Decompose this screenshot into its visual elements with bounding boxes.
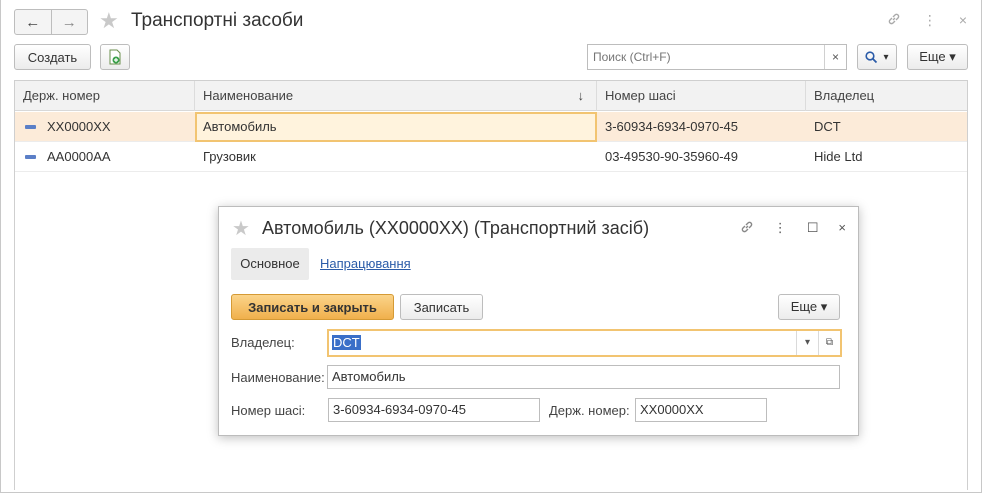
forward-button[interactable]: → <box>50 10 88 34</box>
favorite-star-icon[interactable]: ★ <box>232 216 250 241</box>
name-field[interactable]: Автомобиль <box>327 365 840 389</box>
favorite-star-icon[interactable]: ★ <box>99 8 119 34</box>
owner-dropdown-button[interactable]: ▾ <box>796 331 818 355</box>
chassis-label: Номер шасі: <box>231 403 306 418</box>
search-input[interactable] <box>588 45 826 69</box>
title-bar: ← → ★ Транспортні засоби ⋮ × <box>1 0 981 42</box>
arrow-right-icon: → <box>61 13 77 31</box>
column-header-plate[interactable]: Держ. номер <box>15 81 195 111</box>
link-icon[interactable] <box>740 220 754 237</box>
column-header-name[interactable]: Наименование ↓ <box>195 81 597 111</box>
search-icon <box>865 50 878 63</box>
table-row[interactable]: AA0000AA Грузовик 03-49530-90-35960-49 H… <box>15 142 967 172</box>
page-title: Транспортні засоби <box>131 10 304 31</box>
search-clear-button[interactable]: × <box>824 45 846 69</box>
dialog-title-icons: ⋮ ☐ × <box>740 220 846 237</box>
save-and-close-button[interactable]: Записать и закрыть <box>231 294 394 320</box>
cell-name: Автомобиль <box>195 112 597 142</box>
dialog-title: Автомобиль (XX0000XX) (Транспортний засі… <box>262 218 650 238</box>
arrow-left-icon: ← <box>25 13 41 31</box>
cell-chassis: 03-49530-90-35960-49 <box>605 149 738 164</box>
column-header-owner[interactable]: Владелец <box>806 81 967 111</box>
cell-name: Грузовик <box>203 149 256 164</box>
more-icon[interactable]: ⋮ <box>923 12 937 29</box>
owner-value: DCT <box>332 335 361 350</box>
sort-arrow-icon: ↓ <box>577 88 585 103</box>
plate-field[interactable]: XX0000XX <box>635 398 767 422</box>
create-button[interactable]: Создать <box>14 44 91 70</box>
column-header-chassis[interactable]: Номер шасі <box>597 81 806 111</box>
item-icon <box>25 125 36 129</box>
vehicle-dialog: ★ Автомобиль (XX0000XX) (Транспортний за… <box>218 206 859 436</box>
cell-plate: XX0000XX <box>47 119 111 134</box>
table-row[interactable]: XX0000XX Автомобиль 3-60934-6934-0970-45… <box>15 112 967 142</box>
document-add-icon <box>109 49 121 65</box>
search-box: × <box>587 44 847 70</box>
more-icon[interactable]: ⋮ <box>774 220 787 237</box>
maximize-icon[interactable]: ☐ <box>807 220 819 237</box>
column-header-name-label: Наименование <box>203 88 294 103</box>
cell-chassis: 3-60934-6934-0970-45 <box>605 119 738 134</box>
close-icon[interactable]: × <box>838 220 846 237</box>
owner-field[interactable]: DCT ▾ ⧉ <box>327 329 842 357</box>
title-icons: ⋮ × <box>887 12 967 29</box>
dialog-more-button[interactable]: Еще ▾ <box>778 294 840 320</box>
search-button[interactable]: ▾ <box>857 44 897 70</box>
plate-label: Держ. номер: <box>549 403 630 418</box>
name-label: Наименование: <box>231 370 325 385</box>
back-button[interactable]: ← <box>15 10 51 34</box>
nav-buttons: ← → <box>14 9 88 35</box>
add-from-file-button[interactable] <box>100 44 130 70</box>
more-button[interactable]: Еще ▾ <box>907 44 968 70</box>
tab-operating-hours-link[interactable]: Напрацювання <box>320 248 411 280</box>
chevron-down-icon: ▾ <box>883 51 889 63</box>
table-header: Держ. номер Наименование ↓ Номер шасі Вл… <box>15 81 967 111</box>
save-button[interactable]: Записать <box>400 294 483 320</box>
item-icon <box>25 155 36 159</box>
close-icon[interactable]: × <box>959 12 967 29</box>
owner-open-button[interactable]: ⧉ <box>818 331 840 355</box>
tab-main[interactable]: Основное <box>231 248 309 280</box>
cell-owner: DCT <box>814 119 841 134</box>
cell-owner: Hide Ltd <box>814 149 863 164</box>
chassis-field[interactable]: 3-60934-6934-0970-45 <box>328 398 540 422</box>
link-icon[interactable] <box>887 12 901 29</box>
cell-plate: AA0000AA <box>47 149 111 164</box>
owner-label: Владелец: <box>231 335 295 350</box>
